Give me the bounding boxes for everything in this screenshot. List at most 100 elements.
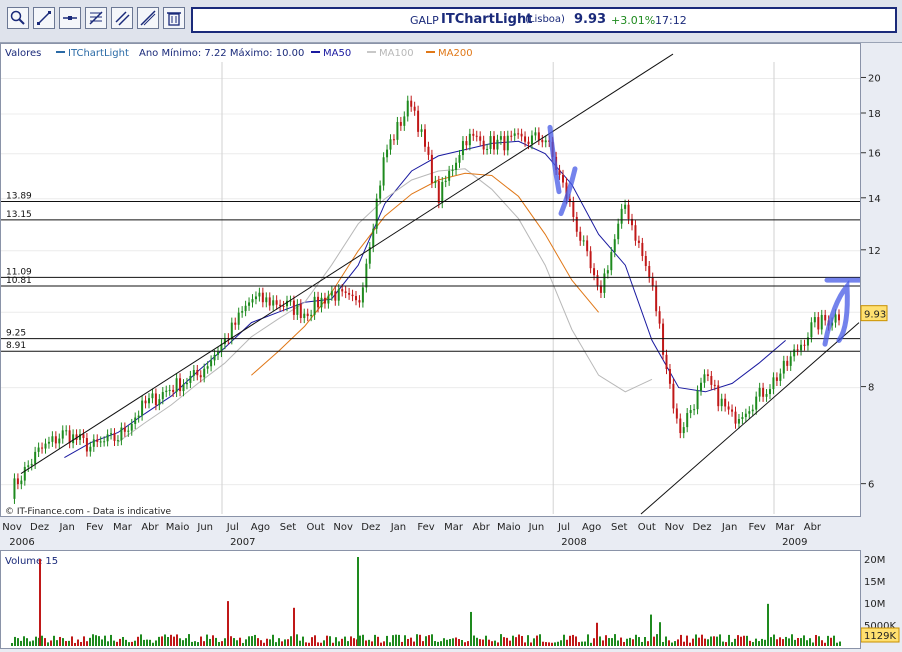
price-candle <box>251 299 254 303</box>
volume-bar <box>62 638 64 646</box>
x-tick-label: Set <box>280 522 297 533</box>
volume-bar <box>188 634 190 646</box>
volume-bar <box>77 639 79 646</box>
volume-bar <box>590 642 592 646</box>
y-tick-label: 12 <box>868 246 881 257</box>
volume-bar <box>626 638 628 646</box>
price-candle <box>448 170 451 181</box>
price-candle <box>82 434 85 439</box>
price-candle <box>96 439 99 442</box>
volume-bar <box>281 641 283 646</box>
volume-bar <box>605 635 607 646</box>
price-candle <box>44 443 47 449</box>
price-candle <box>337 289 340 301</box>
volume-bar <box>512 635 514 646</box>
price-candle <box>355 296 357 301</box>
volume-bar <box>692 638 694 646</box>
volume-bar <box>362 634 364 646</box>
price-candle <box>751 409 754 412</box>
price-candle <box>424 129 426 147</box>
volume-last-box <box>860 627 900 643</box>
volume-bar <box>104 635 106 646</box>
volume-bar <box>149 639 151 646</box>
price-candle <box>627 204 630 219</box>
price-candle <box>434 180 437 183</box>
horizontal-line-tool-button[interactable] <box>59 7 81 29</box>
volume-bar <box>650 614 652 646</box>
x-tick-label: Dez <box>692 522 711 533</box>
price-chart[interactable]: Valores ITChartLight Ano Mínimo: 7.22 Má… <box>1 44 880 517</box>
volume-bar <box>401 641 403 646</box>
price-series <box>13 95 840 504</box>
x-tick-label: Out <box>638 522 656 533</box>
parallel-line-tool-button[interactable] <box>137 7 159 29</box>
price-candle <box>593 268 596 276</box>
volume-bar <box>755 638 757 646</box>
price-candle <box>61 430 64 439</box>
volume-bar <box>176 634 178 646</box>
volume-tick-label: 10M <box>864 599 885 610</box>
price-candle <box>23 466 26 481</box>
volume-bar <box>194 641 196 646</box>
volume-bar <box>278 638 280 646</box>
price-candle <box>620 208 623 224</box>
price-chart-panel[interactable]: Valores ITChartLight Ano Mínimo: 7.22 Má… <box>0 43 880 517</box>
grid <box>1 62 860 514</box>
volume-bar <box>146 639 148 646</box>
volume-bar <box>191 641 193 646</box>
volume-bar <box>800 638 802 646</box>
volume-bar <box>506 637 508 646</box>
volume-bar <box>377 636 379 646</box>
volume-bar <box>470 611 472 646</box>
channel-icon <box>115 11 130 26</box>
volume-bar <box>335 637 337 646</box>
volume-bar <box>230 636 232 646</box>
price-candle <box>275 300 278 305</box>
horizontal-line-icon <box>63 16 77 20</box>
volume-bar <box>263 642 265 646</box>
volume-bar <box>212 635 214 646</box>
price-candle <box>389 139 392 150</box>
volume-bar <box>131 641 133 646</box>
volume-panel[interactable]: Volume 15 <box>0 550 861 649</box>
price-candle <box>682 427 685 434</box>
zoom-tool-button[interactable] <box>7 7 29 29</box>
price-candle <box>417 110 420 132</box>
price-candle <box>127 430 130 432</box>
price-candle <box>530 135 533 145</box>
trend-line-tool-button[interactable] <box>33 7 55 29</box>
price-candle <box>796 349 799 351</box>
legend-item-range: Ano Mínimo: 7.22 Máximo: 10.00 <box>139 47 304 59</box>
delete-button[interactable] <box>163 7 185 29</box>
volume-bar <box>332 642 334 646</box>
price-candle <box>513 133 516 136</box>
volume-bar <box>617 640 619 646</box>
fibonacci-tool-button[interactable] <box>85 7 107 29</box>
price-candle <box>299 304 302 319</box>
volume-bar <box>575 636 577 646</box>
volume-bar <box>704 638 706 646</box>
price-candle <box>413 106 416 111</box>
volume-bar <box>29 641 31 646</box>
volume-bar <box>206 634 208 646</box>
price-candle <box>651 277 654 286</box>
volume-bar <box>203 641 205 646</box>
price-candle <box>292 300 295 315</box>
volume-bar <box>695 634 697 646</box>
volume-chart[interactable]: Volume 15 <box>1 551 860 648</box>
price-candle <box>762 387 765 397</box>
price-candle <box>310 314 313 317</box>
volume-bar <box>839 641 841 646</box>
price-candle <box>800 344 803 351</box>
price-candle <box>210 360 213 367</box>
volume-bar <box>830 637 832 646</box>
price-candle <box>724 398 727 407</box>
channel-tool-button[interactable] <box>111 7 133 29</box>
x-tick-label: Fev <box>417 522 434 533</box>
volume-bar <box>44 638 46 646</box>
price-candle <box>741 417 744 419</box>
volume-bar <box>479 639 481 646</box>
volume-bar <box>461 640 463 646</box>
annotation-stroke-1 <box>547 124 562 195</box>
volume-bar <box>782 639 784 646</box>
